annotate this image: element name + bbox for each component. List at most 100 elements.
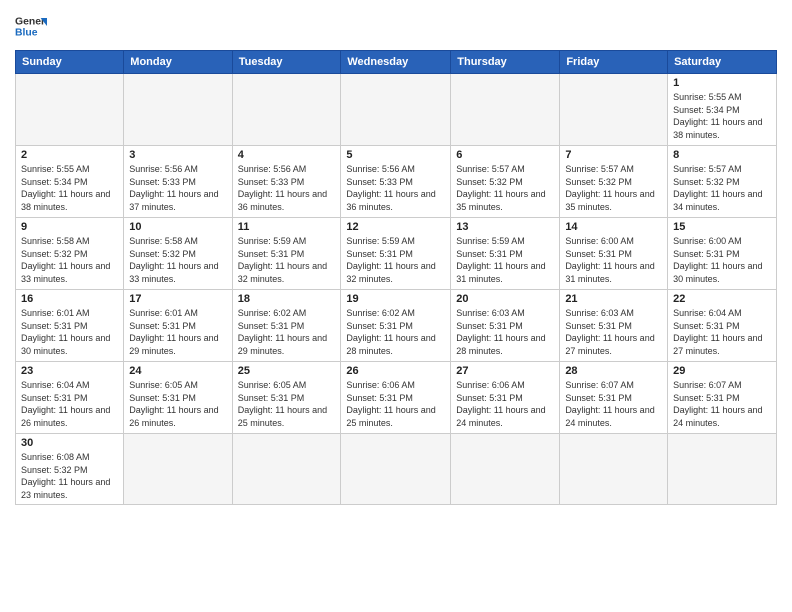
day-info: Sunrise: 6:00 AMSunset: 5:31 PMDaylight:…: [565, 235, 662, 285]
day-info: Sunrise: 6:04 AMSunset: 5:31 PMDaylight:…: [673, 307, 771, 357]
calendar-cell: 26 Sunrise: 6:06 AMSunset: 5:31 PMDayligh…: [341, 362, 451, 434]
day-number: 14: [565, 221, 662, 233]
calendar-cell: 6 Sunrise: 5:57 AMSunset: 5:32 PMDaylight…: [451, 146, 560, 218]
svg-text:Blue: Blue: [15, 28, 38, 39]
calendar-cell: [232, 434, 341, 505]
calendar-header-row: SundayMondayTuesdayWednesdayThursdayFrid…: [16, 51, 777, 74]
day-number: 27: [456, 365, 554, 377]
logo-icon: General Blue: [15, 10, 47, 42]
calendar-cell: 4Sunrise: 5:56 AMSunset: 5:33 PMDaylight…: [232, 146, 341, 218]
day-number: 18: [238, 293, 336, 305]
weekday-header: Thursday: [451, 51, 560, 74]
calendar-cell: 27 Sunrise: 6:06 AMSunset: 5:31 PMDayligh…: [451, 362, 560, 434]
calendar-cell: 15Sunrise: 6:00 AMSunset: 5:31 PMDayligh…: [668, 218, 777, 290]
day-number: 1: [673, 77, 771, 89]
calendar-cell: 2Sunrise: 5:55 AMSunset: 5:34 PMDaylight…: [16, 146, 124, 218]
day-number: 24: [129, 365, 226, 377]
day-info: Sunrise: 5:57 AMSunset: 5:32 PMDaylight:…: [565, 163, 662, 213]
day-number: 10: [129, 221, 226, 233]
day-info: Sunrise: 5:55 AMSunset: 5:34 PMDaylight:…: [673, 91, 771, 141]
calendar-cell: 5 Sunrise: 5:56 AMSunset: 5:33 PMDaylight…: [341, 146, 451, 218]
day-number: 3: [129, 149, 226, 161]
header: General Blue: [15, 10, 777, 42]
day-info: Sunrise: 6:03 AMSunset: 5:31 PMDaylight:…: [456, 307, 554, 357]
calendar-cell: [124, 74, 232, 146]
day-number: 5: [346, 149, 445, 161]
calendar-cell: 18 Sunrise: 6:02 AMSunset: 5:31 PMDayligh…: [232, 290, 341, 362]
calendar-cell: [451, 74, 560, 146]
calendar-cell: 3 Sunrise: 5:56 AMSunset: 5:33 PMDaylight…: [124, 146, 232, 218]
weekday-header: Saturday: [668, 51, 777, 74]
day-number: 8: [673, 149, 771, 161]
day-number: 25: [238, 365, 336, 377]
day-number: 29: [673, 365, 771, 377]
day-info: Sunrise: 5:57 AMSunset: 5:32 PMDaylight:…: [673, 163, 771, 213]
day-info: Sunrise: 6:06 AMSunset: 5:31 PMDaylight:…: [346, 379, 445, 429]
calendar-table: SundayMondayTuesdayWednesdayThursdayFrid…: [15, 50, 777, 505]
calendar-cell: 1 Sunrise: 5:55 AMSunset: 5:34 PMDaylight…: [668, 74, 777, 146]
calendar-cell: 16Sunrise: 6:01 AMSunset: 5:31 PMDayligh…: [16, 290, 124, 362]
calendar-cell: 21Sunrise: 6:03 AMSunset: 5:31 PMDayligh…: [560, 290, 668, 362]
day-number: 9: [21, 221, 118, 233]
day-info: Sunrise: 6:07 AMSunset: 5:31 PMDaylight:…: [673, 379, 771, 429]
day-number: 6: [456, 149, 554, 161]
calendar-cell: 10 Sunrise: 5:58 AMSunset: 5:32 PMDayligh…: [124, 218, 232, 290]
calendar-cell: [451, 434, 560, 505]
day-number: 19: [346, 293, 445, 305]
page: General Blue SundayMondayTuesdayWednesda…: [0, 0, 792, 612]
calendar-cell: 12 Sunrise: 5:59 AMSunset: 5:31 PMDayligh…: [341, 218, 451, 290]
calendar-cell: 19 Sunrise: 6:02 AMSunset: 5:31 PMDayligh…: [341, 290, 451, 362]
weekday-header: Wednesday: [341, 51, 451, 74]
calendar-cell: 8 Sunrise: 5:57 AMSunset: 5:32 PMDaylight…: [668, 146, 777, 218]
calendar-cell: [560, 74, 668, 146]
calendar-cell: 20 Sunrise: 6:03 AMSunset: 5:31 PMDayligh…: [451, 290, 560, 362]
weekday-header: Monday: [124, 51, 232, 74]
calendar-cell: 17Sunrise: 6:01 AMSunset: 5:31 PMDayligh…: [124, 290, 232, 362]
calendar-cell: 14 Sunrise: 6:00 AMSunset: 5:31 PMDayligh…: [560, 218, 668, 290]
day-number: 23: [21, 365, 118, 377]
calendar-cell: [341, 74, 451, 146]
calendar-cell: 23 Sunrise: 6:04 AMSunset: 5:31 PMDayligh…: [16, 362, 124, 434]
calendar-cell: 30Sunrise: 6:08 AMSunset: 5:32 PMDayligh…: [16, 434, 124, 505]
calendar-cell: 11 Sunrise: 5:59 AMSunset: 5:31 PMDayligh…: [232, 218, 341, 290]
day-number: 26: [346, 365, 445, 377]
calendar-cell: [124, 434, 232, 505]
calendar-cell: 25Sunrise: 6:05 AMSunset: 5:31 PMDayligh…: [232, 362, 341, 434]
weekday-header: Tuesday: [232, 51, 341, 74]
day-info: Sunrise: 5:56 AMSunset: 5:33 PMDaylight:…: [346, 163, 445, 213]
day-info: Sunrise: 6:08 AMSunset: 5:32 PMDaylight:…: [21, 451, 118, 501]
day-info: Sunrise: 5:56 AMSunset: 5:33 PMDaylight:…: [238, 163, 336, 213]
calendar-cell: 24Sunrise: 6:05 AMSunset: 5:31 PMDayligh…: [124, 362, 232, 434]
day-info: Sunrise: 5:56 AMSunset: 5:33 PMDaylight:…: [129, 163, 226, 213]
day-info: Sunrise: 6:01 AMSunset: 5:31 PMDaylight:…: [21, 307, 118, 357]
day-info: Sunrise: 6:07 AMSunset: 5:31 PMDaylight:…: [565, 379, 662, 429]
day-number: 28: [565, 365, 662, 377]
calendar-cell: 7 Sunrise: 5:57 AMSunset: 5:32 PMDaylight…: [560, 146, 668, 218]
day-number: 2: [21, 149, 118, 161]
day-number: 13: [456, 221, 554, 233]
day-info: Sunrise: 5:57 AMSunset: 5:32 PMDaylight:…: [456, 163, 554, 213]
calendar-cell: 22 Sunrise: 6:04 AMSunset: 5:31 PMDayligh…: [668, 290, 777, 362]
day-info: Sunrise: 5:59 AMSunset: 5:31 PMDaylight:…: [346, 235, 445, 285]
weekday-header: Friday: [560, 51, 668, 74]
day-info: Sunrise: 5:58 AMSunset: 5:32 PMDaylight:…: [129, 235, 226, 285]
calendar-cell: [341, 434, 451, 505]
day-number: 7: [565, 149, 662, 161]
day-number: 20: [456, 293, 554, 305]
day-info: Sunrise: 6:01 AMSunset: 5:31 PMDaylight:…: [129, 307, 226, 357]
calendar-cell: [668, 434, 777, 505]
day-number: 11: [238, 221, 336, 233]
day-number: 15: [673, 221, 771, 233]
day-info: Sunrise: 6:02 AMSunset: 5:31 PMDaylight:…: [346, 307, 445, 357]
calendar-cell: [16, 74, 124, 146]
day-number: 22: [673, 293, 771, 305]
calendar-cell: 29 Sunrise: 6:07 AMSunset: 5:31 PMDayligh…: [668, 362, 777, 434]
day-info: Sunrise: 6:02 AMSunset: 5:31 PMDaylight:…: [238, 307, 336, 357]
day-info: Sunrise: 6:06 AMSunset: 5:31 PMDaylight:…: [456, 379, 554, 429]
day-info: Sunrise: 6:04 AMSunset: 5:31 PMDaylight:…: [21, 379, 118, 429]
day-number: 12: [346, 221, 445, 233]
day-info: Sunrise: 5:58 AMSunset: 5:32 PMDaylight:…: [21, 235, 118, 285]
calendar-cell: 9 Sunrise: 5:58 AMSunset: 5:32 PMDaylight…: [16, 218, 124, 290]
calendar-cell: 13Sunrise: 5:59 AMSunset: 5:31 PMDayligh…: [451, 218, 560, 290]
day-info: Sunrise: 5:59 AMSunset: 5:31 PMDaylight:…: [238, 235, 336, 285]
